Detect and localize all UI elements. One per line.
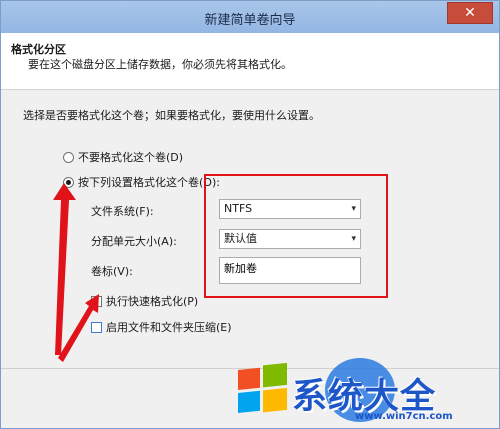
filesystem-label: 文件系统(F): [91, 205, 154, 218]
watermark-url: www.win7cn.com [355, 411, 453, 422]
wizard-header: 格式化分区 要在这个磁盘分区上储存数据，你必须先将其格式化。 [1, 33, 499, 90]
quick-format-row[interactable]: 执行快速格式化(P) [91, 294, 198, 308]
header-subtitle: 要在这个磁盘分区上储存数据，你必须先将其格式化。 [28, 58, 292, 71]
radio-button[interactable] [63, 176, 74, 188]
format-prompt: 选择是否要格式化这个卷；如果要格式化，要使用什么设置。 [23, 109, 320, 122]
radio-label: 按下列设置格式化这个卷(O): [78, 176, 220, 189]
radio-format[interactable]: 按下列设置格式化这个卷(O): [63, 174, 220, 190]
annotation-highlight-box [204, 174, 388, 298]
allocation-label: 分配单元大小(A): [91, 235, 177, 248]
quick-format-checkbox[interactable] [91, 294, 102, 307]
window-title: 新建简单卷向导 [204, 13, 296, 28]
close-icon: ✕ [464, 5, 476, 21]
radio-button[interactable] [63, 151, 74, 163]
close-button[interactable]: ✕ [447, 2, 493, 24]
title-bar[interactable]: 新建简单卷向导 ✕ [1, 1, 499, 33]
compression-checkbox[interactable] [91, 321, 102, 333]
compression-row[interactable]: 启用文件和文件夹压缩(E) [91, 320, 232, 334]
radio-no-format[interactable]: 不要格式化这个卷(D) [63, 149, 183, 165]
quick-format-label: 执行快速格式化(P) [106, 295, 199, 308]
compression-label: 启用文件和文件夹压缩(E) [106, 321, 232, 334]
volume-label-label: 卷标(V): [91, 265, 133, 278]
windows-flag-icon [238, 362, 287, 413]
radio-label: 不要格式化这个卷(D) [78, 151, 184, 164]
header-title: 格式化分区 [11, 43, 66, 56]
